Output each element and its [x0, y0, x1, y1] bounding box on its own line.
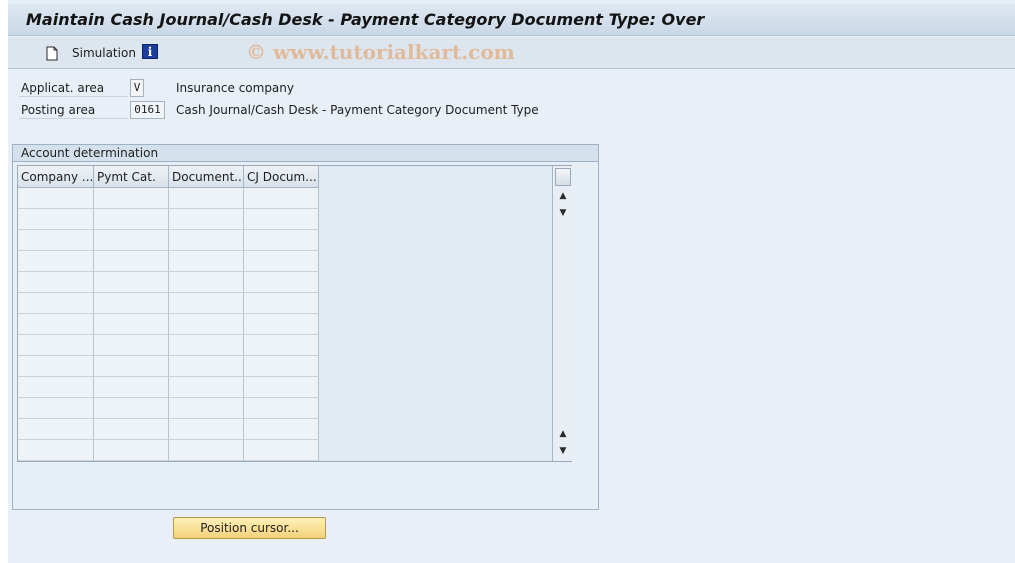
- table-cell[interactable]: [18, 272, 94, 293]
- table-row: [18, 419, 319, 440]
- table-row: [18, 377, 319, 398]
- table-cell[interactable]: [94, 440, 169, 461]
- table-cell[interactable]: [94, 335, 169, 356]
- account-determination-table: Company ... Pymt Cat. Document... CJ Doc…: [17, 165, 572, 462]
- table-cell[interactable]: [169, 398, 244, 419]
- applicat-area-description: Insurance company: [176, 81, 294, 95]
- table-row: [18, 440, 319, 461]
- table-cell[interactable]: [94, 272, 169, 293]
- table-cell[interactable]: [169, 209, 244, 230]
- applicat-area-label: Applicat. area: [19, 79, 128, 97]
- table-row: [18, 398, 319, 419]
- table-cell[interactable]: [169, 419, 244, 440]
- table-cell[interactable]: [244, 377, 319, 398]
- simulation-label: Simulation: [72, 46, 136, 60]
- table-body: [18, 188, 319, 461]
- table-cell[interactable]: [244, 398, 319, 419]
- table-cell[interactable]: [169, 314, 244, 335]
- application-toolbar: Simulation i © www.tutorialkart.com: [8, 37, 1015, 69]
- column-header-document[interactable]: Document...: [169, 166, 244, 188]
- table-cell[interactable]: [18, 335, 94, 356]
- table-row: [18, 356, 319, 377]
- table-cell[interactable]: [244, 314, 319, 335]
- table-cell[interactable]: [244, 272, 319, 293]
- table-cell[interactable]: [244, 335, 319, 356]
- column-header-pymt-cat[interactable]: Pymt Cat.: [94, 166, 169, 188]
- table-row: [18, 293, 319, 314]
- posting-area-label: Posting area: [19, 101, 128, 119]
- document-icon: [46, 46, 58, 60]
- triangle-down-icon[interactable]: ▼: [553, 446, 573, 456]
- table-cell[interactable]: [94, 314, 169, 335]
- posting-area-field[interactable]: 0161: [130, 101, 165, 119]
- table-cell[interactable]: [169, 251, 244, 272]
- table-cell[interactable]: [244, 209, 319, 230]
- table-cell[interactable]: [18, 314, 94, 335]
- table-cell[interactable]: [244, 251, 319, 272]
- table-row: [18, 272, 319, 293]
- table-cell[interactable]: [94, 398, 169, 419]
- triangle-down-icon[interactable]: ▼: [553, 208, 573, 218]
- table-cell[interactable]: [169, 440, 244, 461]
- table-cell[interactable]: [169, 188, 244, 209]
- group-title: Account determination: [13, 145, 598, 162]
- table-cell[interactable]: [18, 440, 94, 461]
- table-cell[interactable]: [94, 251, 169, 272]
- table-cell[interactable]: [169, 293, 244, 314]
- table-cell[interactable]: [94, 209, 169, 230]
- table-cell[interactable]: [94, 377, 169, 398]
- table-cell[interactable]: [18, 230, 94, 251]
- table-cell[interactable]: [169, 377, 244, 398]
- table-row: [18, 314, 319, 335]
- applicat-area-field[interactable]: V: [130, 79, 144, 97]
- watermark: © www.tutorialkart.com: [246, 40, 515, 64]
- table-header: Company ... Pymt Cat. Document... CJ Doc…: [18, 166, 319, 188]
- table-cell[interactable]: [169, 335, 244, 356]
- table-row: [18, 335, 319, 356]
- table-cell[interactable]: [18, 251, 94, 272]
- table-cell[interactable]: [18, 209, 94, 230]
- column-header-company[interactable]: Company ...: [18, 166, 94, 188]
- table-row: [18, 230, 319, 251]
- table-row: [18, 188, 319, 209]
- table-cell[interactable]: [18, 419, 94, 440]
- table-scrollbar[interactable]: ▲ ▼ ▲ ▼: [552, 166, 572, 461]
- table-cell[interactable]: [18, 188, 94, 209]
- table-cell[interactable]: [244, 356, 319, 377]
- scrollbar-top-button[interactable]: [555, 168, 571, 186]
- table-row: [18, 251, 319, 272]
- simulation-button[interactable]: Simulation: [46, 43, 136, 63]
- table-cell[interactable]: [244, 419, 319, 440]
- table-cell[interactable]: [169, 230, 244, 251]
- table-cell[interactable]: [18, 356, 94, 377]
- table-cell[interactable]: [94, 356, 169, 377]
- table-cell[interactable]: [169, 272, 244, 293]
- table-cell[interactable]: [94, 230, 169, 251]
- column-header-cj-document[interactable]: CJ Docum...: [244, 166, 319, 188]
- triangle-up-icon[interactable]: ▲: [553, 191, 573, 201]
- table-cell[interactable]: [94, 188, 169, 209]
- position-cursor-button[interactable]: Position cursor...: [173, 517, 326, 539]
- table-cell[interactable]: [169, 356, 244, 377]
- info-icon[interactable]: i: [142, 44, 158, 59]
- table-cell[interactable]: [244, 440, 319, 461]
- table-cell[interactable]: [244, 188, 319, 209]
- posting-area-description: Cash Journal/Cash Desk - Payment Categor…: [176, 103, 539, 117]
- title-bar: Maintain Cash Journal/Cash Desk - Paymen…: [8, 4, 1015, 36]
- window-title: Maintain Cash Journal/Cash Desk - Paymen…: [26, 10, 705, 29]
- table-cell[interactable]: [18, 398, 94, 419]
- table-row: [18, 209, 319, 230]
- table-cell[interactable]: [94, 419, 169, 440]
- table-cell[interactable]: [244, 293, 319, 314]
- table-cell[interactable]: [94, 293, 169, 314]
- table-cell[interactable]: [18, 377, 94, 398]
- triangle-up-icon[interactable]: ▲: [553, 429, 573, 439]
- table-cell[interactable]: [244, 230, 319, 251]
- table-cell[interactable]: [18, 293, 94, 314]
